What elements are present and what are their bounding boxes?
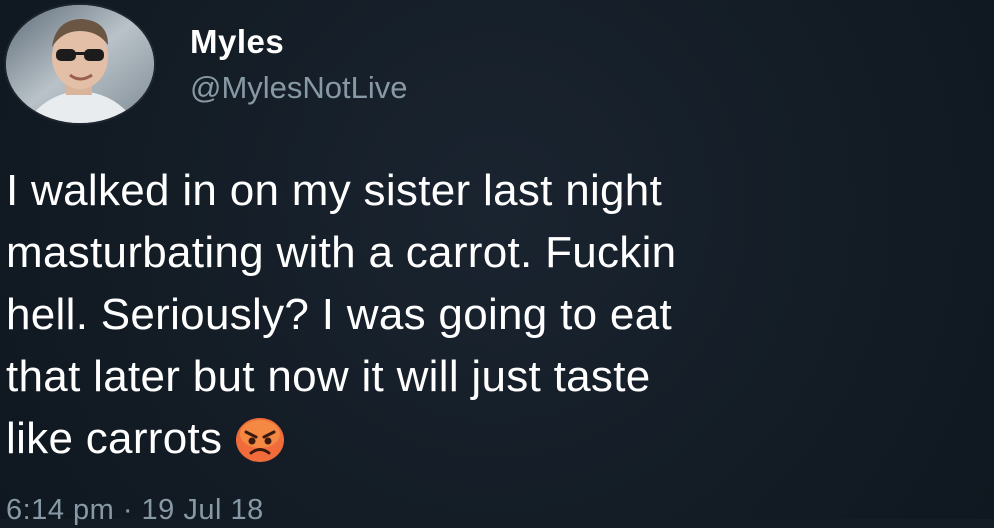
avatar-photo-icon	[6, 5, 154, 123]
user-handle[interactable]: @MylesNotLive	[190, 68, 590, 108]
tweet-text-line: masturbating with a carrot. Fuckin	[6, 228, 677, 277]
tweet-timestamp[interactable]: 6:14 pm · 19 Jul 18	[6, 492, 264, 528]
tweet-text-line-content: like carrots	[6, 414, 223, 463]
tweet-text-line: I walked in on my sister last night	[6, 166, 663, 215]
tweet-card: Myles @MylesNotLive I walked in on my si…	[0, 0, 994, 526]
tweet-text-line: hell. Seriously? I was going to eat	[6, 290, 672, 339]
tweet-header: Myles @MylesNotLive	[6, 4, 408, 124]
display-name[interactable]: Myles	[190, 22, 590, 62]
user-names: Myles @MylesNotLive	[190, 22, 590, 108]
angry-face-icon	[234, 416, 286, 481]
tweet-text-line-last: like carrots	[6, 408, 991, 481]
tweet-text: I walked in on my sister last night mast…	[6, 160, 991, 481]
tweet-text-line: that later but now it will just taste	[6, 352, 651, 401]
avatar[interactable]	[6, 5, 154, 123]
